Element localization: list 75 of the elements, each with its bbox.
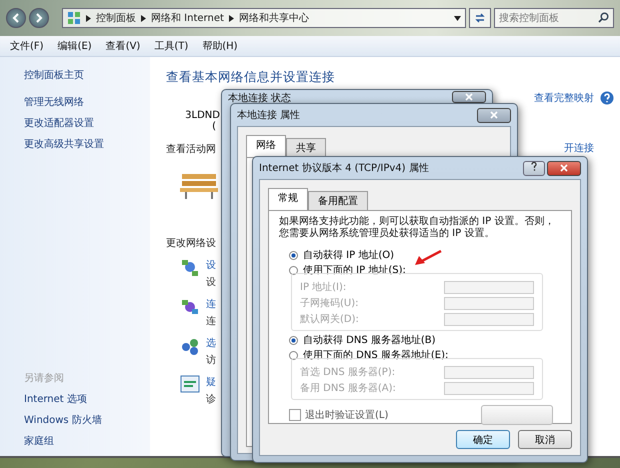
menu-item[interactable]: 查看(V) bbox=[106, 39, 140, 53]
address-bar[interactable]: 控制面板 网络和 Internet 网络和共享中心 bbox=[62, 8, 466, 28]
dialog-button[interactable]: 取消 bbox=[518, 430, 572, 449]
close-icon bbox=[465, 93, 473, 101]
question-mark-icon bbox=[531, 162, 537, 171]
breadcrumb-item[interactable]: 网络和共享中心 bbox=[238, 11, 309, 25]
close-button[interactable] bbox=[477, 108, 511, 122]
troubleshoot-icon bbox=[180, 375, 200, 393]
chevron-icon bbox=[228, 14, 234, 22]
field-label: IP 地址(I): bbox=[300, 281, 346, 294]
task-description: 访 bbox=[206, 354, 216, 367]
see-also-heading: 另请参阅 bbox=[24, 372, 65, 385]
window-title: 本地连接 状态 bbox=[228, 92, 292, 105]
task-link[interactable]: 连 bbox=[206, 297, 216, 311]
breadcrumb-item[interactable]: 控制面板 bbox=[96, 11, 136, 25]
sidebar-link[interactable]: 更改高级共享设置 bbox=[24, 137, 150, 151]
window-title: Internet 协议版本 4 (TCP/IPv4) 属性 bbox=[259, 162, 429, 175]
help-icon[interactable] bbox=[600, 91, 614, 105]
sidebar-link[interactable]: Windows 防火墙 bbox=[24, 413, 150, 427]
computer-note: ( bbox=[212, 121, 216, 132]
close-icon bbox=[560, 164, 568, 172]
task-link[interactable]: 疑 bbox=[206, 375, 216, 389]
back-button[interactable] bbox=[6, 8, 26, 28]
control-panel-icon bbox=[67, 11, 81, 25]
tab[interactable]: 备用配置 bbox=[308, 191, 368, 210]
refresh-button[interactable] bbox=[469, 8, 491, 28]
field-label: 备用 DNS 服务器(A): bbox=[300, 382, 396, 395]
network-icon bbox=[180, 297, 200, 317]
field-label: 子网掩码(U): bbox=[300, 297, 358, 310]
forward-button[interactable] bbox=[29, 8, 49, 28]
checkbox-option[interactable]: 退出时验证设置(L) bbox=[289, 408, 388, 422]
tab[interactable]: 共享 bbox=[286, 138, 326, 157]
tab[interactable]: 网络 bbox=[246, 135, 286, 157]
intro-text: 如果网络支持此功能，则可以获取自动指派的 IP 设置。否则，您需要从网络系统管理员处获得适当的 IP 设置。 bbox=[279, 216, 556, 240]
field-label: 首选 DNS 服务器(P): bbox=[300, 366, 396, 379]
breadcrumb-item[interactable]: 网络和 Internet bbox=[151, 11, 224, 25]
sidebar-link[interactable]: 更改适配器设置 bbox=[24, 116, 150, 130]
menu-item[interactable]: 工具(T) bbox=[154, 39, 188, 53]
chevron-icon bbox=[141, 14, 146, 22]
field-label: 默认网关(D): bbox=[300, 313, 359, 326]
sidebar-link[interactable]: 家庭组 bbox=[24, 434, 150, 448]
task-description: 诊 bbox=[206, 393, 216, 406]
menu-item[interactable]: 文件(F) bbox=[10, 39, 44, 53]
computer-name: 3LDND bbox=[185, 110, 220, 121]
network-icon bbox=[180, 258, 200, 278]
radio-option[interactable]: 自动获得 DNS 服务器地址(B) bbox=[289, 334, 561, 347]
connect-link[interactable]: 开连接 bbox=[564, 141, 594, 155]
sidebar-link[interactable]: 控制面板主页 bbox=[24, 68, 150, 82]
page-heading: 查看基本网络信息并设置连接 bbox=[166, 69, 336, 86]
chevron-icon bbox=[86, 14, 91, 22]
close-button[interactable] bbox=[452, 91, 486, 103]
sidebar-link[interactable]: Internet 选项 bbox=[24, 392, 150, 406]
search-icon bbox=[598, 12, 609, 23]
window-title: 本地连接 属性 bbox=[237, 108, 300, 122]
view-map-link[interactable]: 查看完整映射 bbox=[534, 91, 594, 105]
menu-item[interactable]: 编辑(E) bbox=[58, 39, 92, 53]
close-icon bbox=[490, 111, 498, 119]
close-button[interactable] bbox=[547, 160, 581, 176]
task-description: 设 bbox=[206, 276, 216, 289]
dropdown-icon[interactable] bbox=[454, 16, 461, 20]
homegroup-icon bbox=[180, 336, 200, 356]
refresh-icon bbox=[474, 12, 486, 24]
section-heading: 更改网络设 bbox=[166, 237, 217, 250]
radio-option[interactable]: 自动获得 IP 地址(O) bbox=[289, 249, 561, 262]
task-link[interactable]: 设 bbox=[206, 258, 216, 272]
tab[interactable]: 常规 bbox=[268, 188, 308, 210]
task-description: 连 bbox=[206, 315, 216, 328]
menu-item[interactable]: 帮助(H) bbox=[202, 39, 238, 53]
dialog-button[interactable]: 确定 bbox=[456, 430, 510, 449]
task-link[interactable]: 选 bbox=[206, 336, 216, 350]
section-heading: 查看活动网 bbox=[166, 142, 217, 156]
help-button[interactable] bbox=[523, 160, 545, 176]
sidebar-link[interactable]: 管理无线网络 bbox=[24, 95, 150, 109]
annotation-arrow bbox=[414, 250, 442, 266]
search-field[interactable]: 搜索控制面板 bbox=[494, 8, 614, 28]
